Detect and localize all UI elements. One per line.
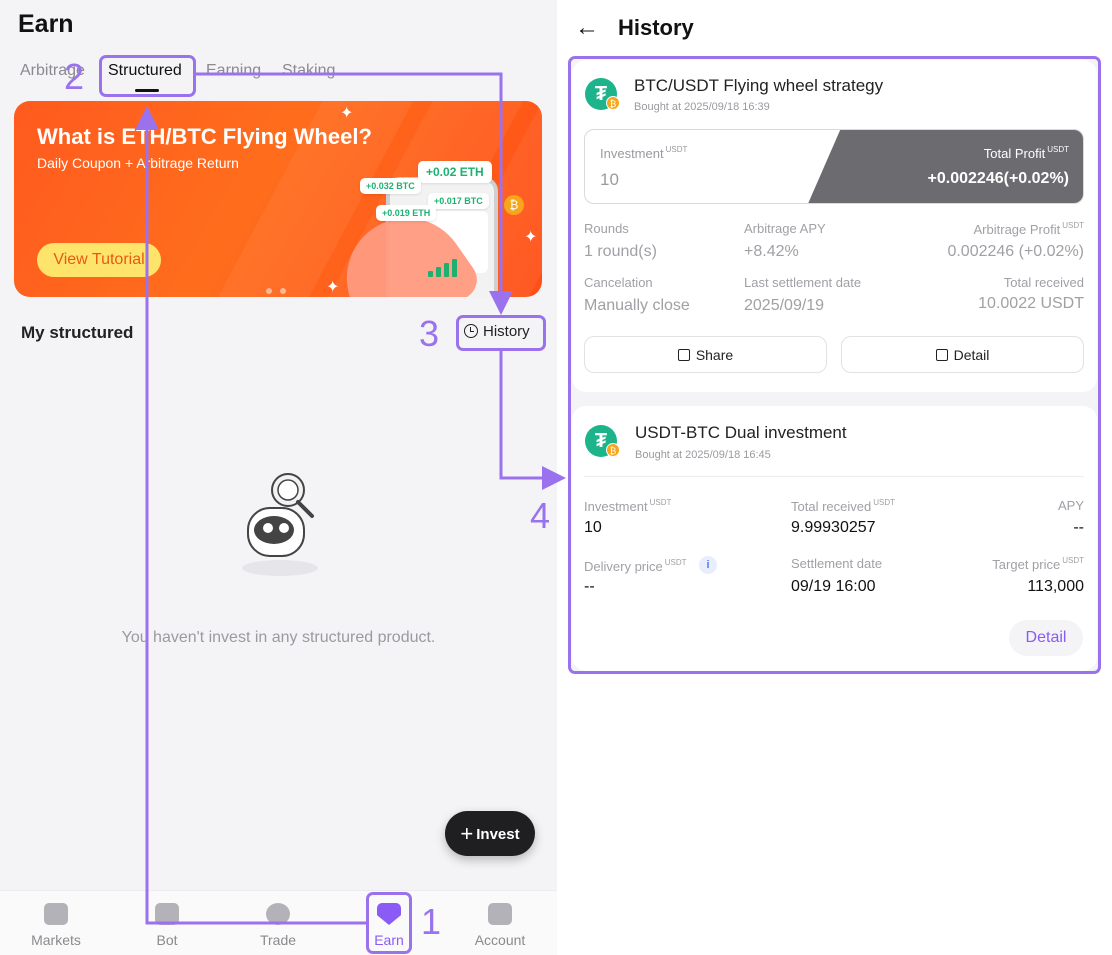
plus-icon: + — [460, 821, 474, 846]
empty-state-text: You haven't invest in any structured pro… — [121, 629, 436, 646]
promo-banner[interactable]: What is ETH/BTC Flying Wheel? Daily Coup… — [14, 101, 542, 297]
step-number-2: 2 — [64, 56, 85, 97]
gain-chip: +0.019 ETH — [376, 205, 437, 221]
back-arrow-icon[interactable]: ← — [575, 14, 599, 42]
bitcoin-icon: ₿ — [504, 195, 524, 215]
history-title: History — [618, 15, 694, 40]
bottom-nav: Markets Bot Trade Earn Account — [0, 890, 557, 955]
wallet-icon — [488, 903, 512, 925]
sparkle-icon: ✦ — [326, 279, 340, 296]
gain-chip: +0.02 ETH — [418, 161, 492, 183]
step-number-4: 4 — [530, 495, 551, 536]
highlight-history-list — [568, 56, 1101, 674]
sparkle-icon: ✦ — [340, 105, 354, 122]
bot-icon — [155, 903, 179, 925]
tab-staking[interactable]: Staking — [282, 62, 335, 80]
highlight-history-link — [456, 315, 546, 351]
banner-subtitle: Daily Coupon + Arbitrage Return — [37, 155, 239, 171]
highlight-structured-tab — [99, 55, 196, 97]
page-title: Earn — [18, 10, 74, 38]
sparkle-icon: ✦ — [524, 229, 538, 246]
carousel-dots — [266, 281, 294, 297]
earn-page: Earn Arbitrage Structured Earning Stakin… — [0, 0, 557, 955]
gain-chip: +0.017 BTC — [428, 193, 489, 209]
empty-robot-illustration — [242, 473, 318, 576]
nav-markets[interactable]: Markets — [16, 891, 96, 955]
step-number-1: 1 — [421, 901, 442, 942]
banner-title: What is ETH/BTC Flying Wheel? — [37, 124, 372, 149]
tab-earning[interactable]: Earning — [206, 62, 261, 80]
nav-account[interactable]: Account — [460, 891, 540, 955]
highlight-earn-nav — [366, 892, 412, 954]
gain-chip: +0.032 BTC — [360, 178, 421, 194]
step-number-3: 3 — [419, 313, 440, 354]
section-title: My structured — [21, 323, 134, 342]
screen: Earn Arbitrage Structured Earning Stakin… — [0, 0, 1112, 955]
invest-button[interactable]: + Invest — [445, 811, 535, 856]
nav-bot[interactable]: Bot — [127, 891, 207, 955]
trade-icon — [266, 903, 290, 925]
view-tutorial-button[interactable]: View Tutorial — [37, 243, 161, 277]
markets-icon — [44, 903, 68, 925]
nav-trade[interactable]: Trade — [238, 891, 318, 955]
